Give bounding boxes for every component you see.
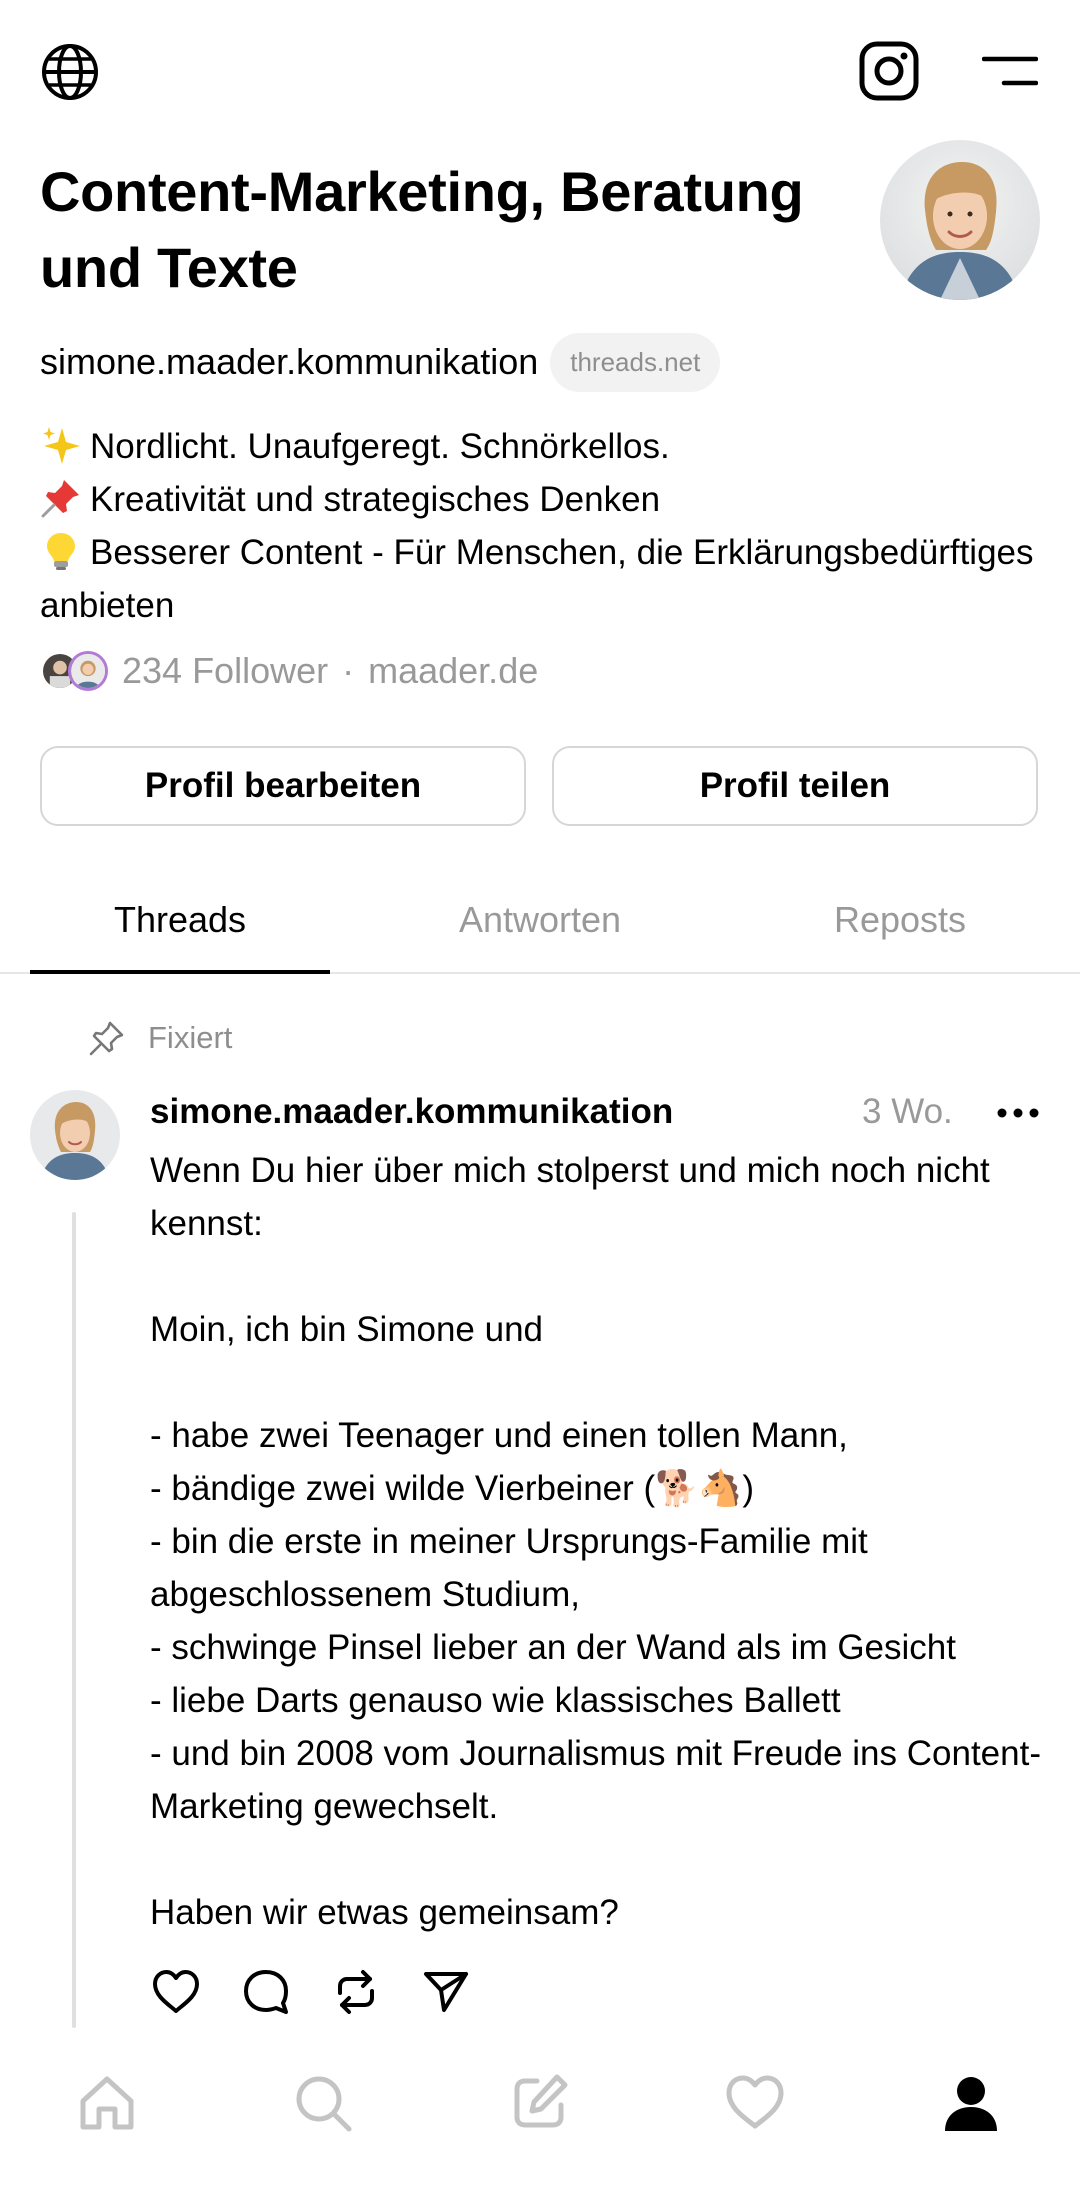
bio-line: Kreativität und strategisches Denken <box>40 473 1040 526</box>
bio-line-3-text: Besserer Content - Für Menschen, die Erk… <box>40 533 1034 625</box>
nav-compose[interactable] <box>504 2068 574 2138</box>
bio-line: Besserer Content - Für Menschen, die Erk… <box>40 526 1040 632</box>
nav-activity[interactable] <box>720 2068 790 2138</box>
home-icon <box>80 2076 134 2130</box>
tab-reposts[interactable]: Reposts <box>750 866 1050 974</box>
search-icon <box>296 2076 352 2132</box>
compose-icon <box>514 2074 568 2128</box>
globe-icon[interactable] <box>40 42 100 102</box>
post-body: Wenn Du hier über mich stolperst und mic… <box>150 1151 1041 1932</box>
nav-search[interactable] <box>288 2068 358 2138</box>
pushpin-icon <box>41 480 79 518</box>
tab-threads[interactable]: Threads <box>30 866 330 974</box>
top-bar <box>0 0 1080 140</box>
nav-home[interactable] <box>72 2068 142 2138</box>
thread-line <box>72 1212 76 2028</box>
post-timestamp: 3 Wo. <box>862 1092 953 1131</box>
more-options-icon[interactable] <box>996 1098 1040 1128</box>
pinned-label: Fixiert <box>148 1020 233 1055</box>
share-profile-button[interactable]: Profil teilen <box>552 746 1038 826</box>
nav-profile[interactable] <box>936 2068 1006 2138</box>
bio-line-1-text: Nordlicht. Unaufgeregt. Schnörkellos. <box>90 427 670 466</box>
profile-tabs: Threads Antworten Reposts <box>0 866 1080 974</box>
post-author-avatar[interactable] <box>30 1090 120 1180</box>
active-tab-indicator <box>30 970 330 974</box>
light-bulb-icon <box>47 533 75 570</box>
pinned-indicator: Fixiert <box>88 1016 232 1060</box>
separator-dot: · <box>342 650 355 691</box>
bio-line: Nordlicht. Unaufgeregt. Schnörkellos. <box>40 420 1040 473</box>
profile-handle: simone.maader.kommunikation <box>40 341 539 382</box>
instagram-icon[interactable] <box>858 40 920 102</box>
website-link[interactable]: maader.de <box>368 650 538 692</box>
threads-domain-badge[interactable]: threads.net <box>550 332 721 392</box>
repost-icon[interactable] <box>330 1966 382 2018</box>
heart-icon[interactable] <box>150 1966 202 2018</box>
handle-row: simone.maader.kommunikation threads.net <box>40 330 721 394</box>
profile-avatar[interactable] <box>880 140 1040 300</box>
sparkles-icon <box>43 427 80 464</box>
share-icon[interactable] <box>420 1966 472 2018</box>
bio-line-2-text: Kreativität und strategisches Denken <box>90 480 661 519</box>
followers-count[interactable]: 234 Follower <box>122 650 328 692</box>
tab-replies[interactable]: Antworten <box>390 866 690 974</box>
follower-avatar <box>68 651 108 691</box>
bottom-navigation <box>0 2040 1080 2191</box>
post-author-handle[interactable]: simone.maader.kommunikation <box>150 1090 673 1134</box>
activity-icon <box>726 2075 784 2129</box>
profile-icon <box>945 2077 997 2131</box>
followers-row[interactable]: 234 Follower · maader.de <box>40 643 538 699</box>
menu-icon[interactable] <box>982 54 1038 88</box>
comment-icon[interactable] <box>240 1966 292 2018</box>
edit-profile-button[interactable]: Profil bearbeiten <box>40 746 526 826</box>
profile-display-name: Content-Marketing, Beratung und Texte <box>40 160 804 299</box>
profile-bio: Nordlicht. Unaufgeregt. Schnörkellos. Kr… <box>40 420 1040 632</box>
pin-icon <box>89 1021 124 1056</box>
